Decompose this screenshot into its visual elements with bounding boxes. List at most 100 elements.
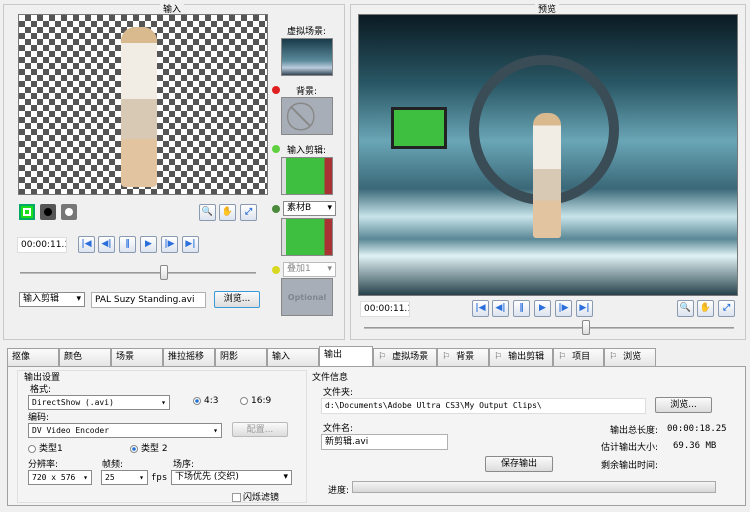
- tab-label: 背景: [456, 352, 475, 362]
- tab-virtual-scene[interactable]: ⚐ 虚拟场景: [373, 348, 437, 366]
- material-select[interactable]: 素材B: [283, 201, 336, 216]
- preview-timeline-slider[interactable]: [364, 327, 734, 329]
- est-size-label: 估计输出大小:: [601, 443, 659, 453]
- radio-icon: [240, 396, 248, 405]
- input-file-field[interactable]: PAL Suzy Standing.avi: [91, 292, 206, 308]
- filename-label: 文件名:: [323, 424, 354, 434]
- background-empty-thumbnail[interactable]: ⃠: [281, 97, 333, 135]
- skip-end-button[interactable]: ▶|: [182, 236, 199, 253]
- overlay-thumbnail[interactable]: Optional: [281, 278, 333, 316]
- config-button[interactable]: 配置...: [232, 422, 288, 437]
- preview-step-back-button[interactable]: ◀|: [492, 300, 509, 317]
- preview-fit-icon[interactable]: ⤢: [718, 300, 735, 317]
- tab-color[interactable]: 颜色: [59, 348, 111, 366]
- folder-browse-button[interactable]: 浏览...: [655, 397, 712, 413]
- input-clip-status-dot: [272, 145, 280, 153]
- flicker-filter-checkbox[interactable]: 闪烁滤镜: [232, 490, 279, 503]
- aspect-43-radio[interactable]: 4:3: [193, 396, 218, 406]
- input-clip-label: 输入剪辑:: [287, 146, 327, 156]
- codec-label: 编码:: [28, 413, 50, 423]
- tab-shadow[interactable]: 阴影: [215, 348, 267, 366]
- view-mode-source[interactable]: [61, 204, 77, 220]
- tab-pan-zoom[interactable]: 推拉摇移: [163, 348, 215, 366]
- tab-label: 虚拟场景: [392, 352, 429, 362]
- fit-icon[interactable]: ⤢: [240, 204, 257, 221]
- preview-zoom-icon[interactable]: 🔍: [677, 300, 694, 317]
- radio-label: 4:3: [204, 396, 219, 406]
- preview-hand-icon[interactable]: ✋: [697, 300, 714, 317]
- tab-input[interactable]: 输入: [267, 348, 319, 366]
- total-length-label: 输出总长度:: [610, 426, 659, 436]
- background-status-dot: [272, 86, 280, 94]
- preview-pause-button[interactable]: ‖: [513, 300, 530, 317]
- presenter-figure: [533, 113, 561, 238]
- tab-label: 抠像: [12, 352, 31, 362]
- type2-radio[interactable]: 类型 2: [130, 441, 168, 454]
- aspect-169-radio[interactable]: 16:9: [240, 396, 271, 406]
- save-output-button[interactable]: 保存输出: [485, 456, 553, 472]
- resolution-select[interactable]: 720 x 576: [28, 470, 92, 485]
- pause-button[interactable]: ‖: [119, 236, 136, 253]
- tab-label: 输出剪辑: [508, 352, 545, 362]
- step-back-button[interactable]: ◀|: [98, 236, 115, 253]
- codec-select[interactable]: DV Video Encoder: [28, 423, 222, 438]
- folder-field[interactable]: d:\Documents\Adobe Ultra CS3\My Output C…: [321, 398, 646, 414]
- type1-radio[interactable]: 类型1: [28, 441, 63, 454]
- remaining-time-label: 剩余输出时间:: [601, 461, 659, 471]
- tab-background[interactable]: ⚐ 背景: [437, 348, 489, 366]
- framerate-select[interactable]: 25: [101, 470, 148, 485]
- radio-icon: [130, 444, 138, 453]
- input-browse-button[interactable]: 浏览...: [214, 291, 260, 308]
- format-select[interactable]: DirectShow (.avi): [28, 395, 170, 410]
- zoom-icon[interactable]: 🔍: [199, 204, 216, 221]
- resolution-label: 分辨率:: [28, 460, 59, 470]
- input-video-view: [18, 14, 268, 195]
- play-button[interactable]: ▶: [140, 236, 157, 253]
- progress-bar: [352, 481, 716, 493]
- tab-label: 场景: [116, 352, 135, 362]
- tab-label: 输出: [324, 350, 343, 360]
- radio-label: 类型1: [39, 444, 63, 454]
- tab-browse[interactable]: ⚐ 浏览: [604, 348, 656, 366]
- tab-scene[interactable]: 场景: [111, 348, 163, 366]
- tab-label: 项目: [572, 352, 591, 362]
- preview-play-button[interactable]: ▶: [534, 300, 551, 317]
- preview-step-forward-button[interactable]: |▶: [555, 300, 572, 317]
- tab-output-clip[interactable]: ⚐ 输出剪辑: [489, 348, 553, 366]
- virtual-scene-thumbnail[interactable]: [281, 38, 333, 76]
- field-order-select[interactable]: 下场优先 (交织): [171, 470, 292, 485]
- overlay-select[interactable]: 叠加1: [283, 262, 336, 277]
- clip-source-select[interactable]: 输入剪辑: [19, 292, 85, 307]
- skip-start-button[interactable]: |◀: [78, 236, 95, 253]
- preview-skip-start-button[interactable]: |◀: [472, 300, 489, 317]
- tab-output[interactable]: 输出: [319, 346, 373, 366]
- radio-icon: [193, 396, 201, 405]
- input-timeline-slider[interactable]: [20, 272, 256, 274]
- tab-label: 颜色: [64, 352, 83, 362]
- hand-icon[interactable]: ✋: [219, 204, 236, 221]
- background-label: 背景:: [296, 87, 318, 97]
- person-figure: [121, 27, 157, 187]
- material-thumbnail[interactable]: [281, 218, 333, 256]
- preview-skip-end-button[interactable]: ▶|: [576, 300, 593, 317]
- fps-label: fps: [151, 473, 168, 483]
- input-clip-thumbnail[interactable]: [281, 157, 333, 195]
- preview-video-view: [358, 14, 738, 296]
- view-mode-matte[interactable]: [40, 204, 56, 220]
- flag-icon: ⚐: [609, 352, 618, 362]
- file-info-heading: 文件信息: [312, 373, 349, 383]
- input-slider-thumb[interactable]: [160, 265, 168, 280]
- filename-field[interactable]: 新剪辑.avi: [321, 434, 448, 450]
- flag-icon: ⚐: [378, 352, 387, 362]
- tab-keying[interactable]: 抠像: [7, 348, 59, 366]
- step-forward-button[interactable]: |▶: [161, 236, 178, 253]
- tab-project[interactable]: ⚐ 项目: [553, 348, 604, 366]
- preview-slider-thumb[interactable]: [582, 320, 590, 335]
- tab-label: 阴影: [220, 352, 239, 362]
- folder-label: 文件夹:: [323, 388, 354, 398]
- tab-label: 输入: [272, 352, 291, 362]
- view-mode-composite[interactable]: [19, 204, 35, 220]
- progress-label: 进度:: [328, 486, 350, 496]
- flag-icon: ⚐: [442, 352, 451, 362]
- radio-icon: [28, 444, 36, 453]
